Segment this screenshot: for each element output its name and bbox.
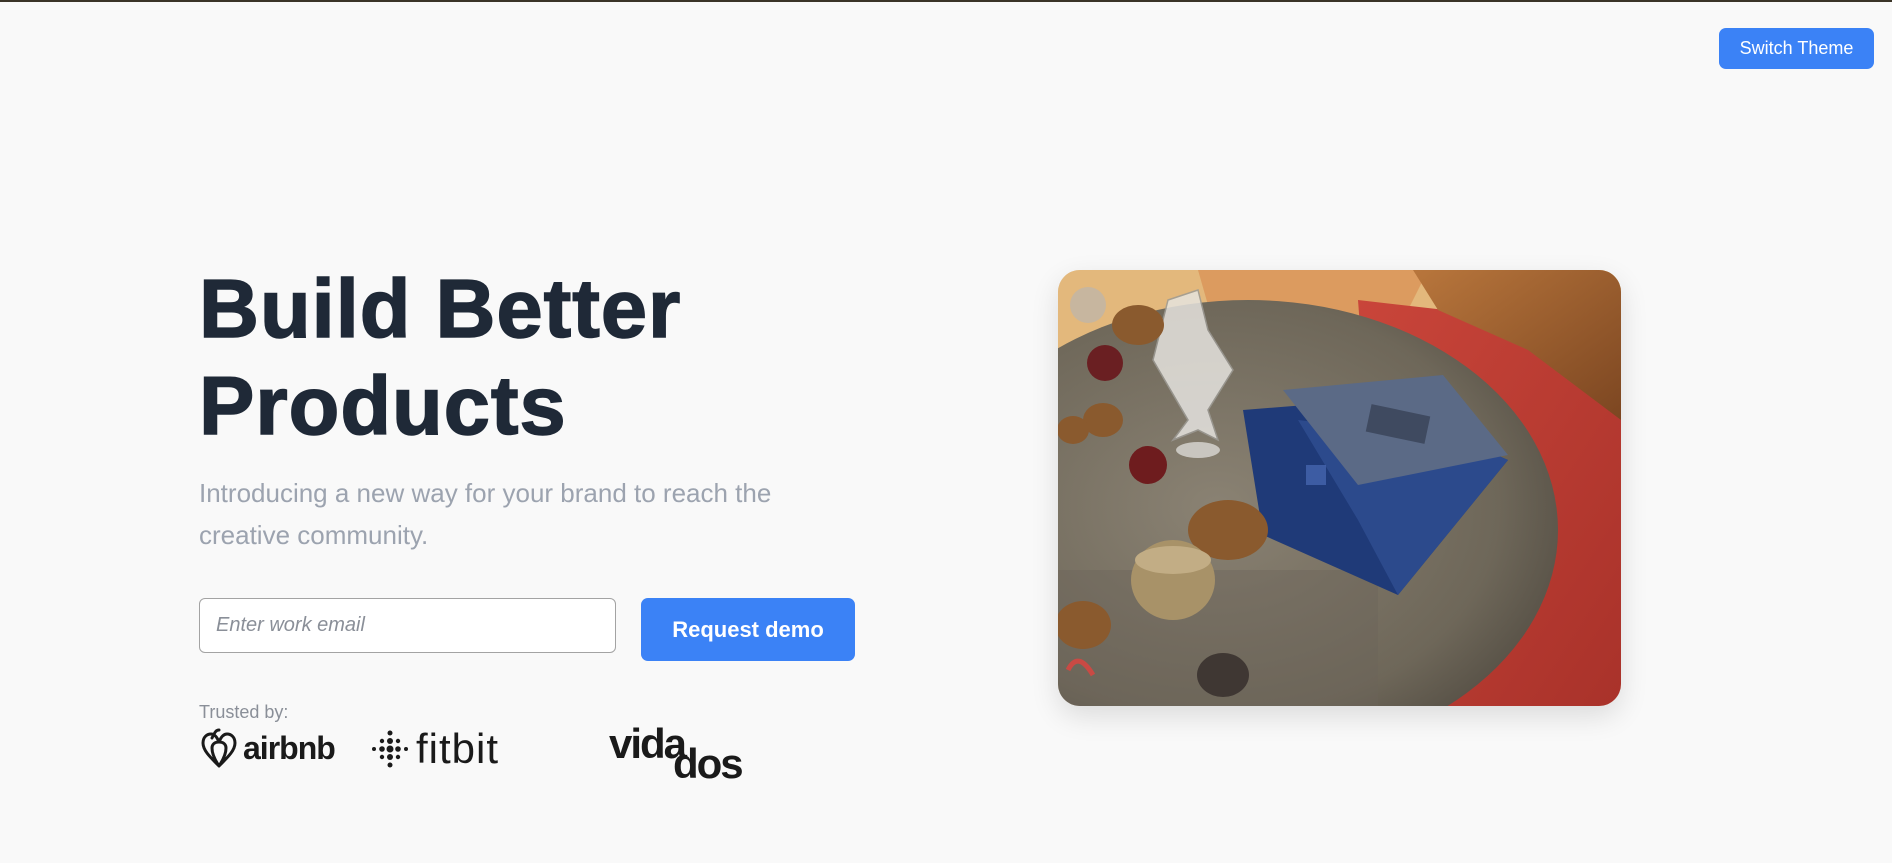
switch-theme-button[interactable]: Switch Theme [1719,28,1874,69]
vidados-wordmark-bottom: dos [673,740,744,787]
airbnb-belo-icon [201,728,237,768]
fitbit-dots-icon [372,730,408,768]
hero-subtitle: Introducing a new way for your brand to … [199,478,772,550]
hero-title-line-2: Products [198,358,567,453]
fitbit-wordmark: fitbit [416,725,500,772]
fitbit-logo: fitbit [370,725,499,773]
hero-title-line-1: Build Better [198,261,682,356]
vidados-logo: vida dos [609,720,749,787]
trusted-logos: airbnb fitbit vida dos [199,720,759,787]
hero-product-photo [1058,270,1621,706]
request-demo-button[interactable]: Request demo [641,598,855,661]
airbnb-wordmark: airbnb [243,729,336,766]
hero-title: Build Better Products [198,260,682,454]
laptop-on-table-photo [1058,270,1621,706]
work-email-input[interactable] [199,598,616,653]
airbnb-logo: airbnb [199,726,336,770]
